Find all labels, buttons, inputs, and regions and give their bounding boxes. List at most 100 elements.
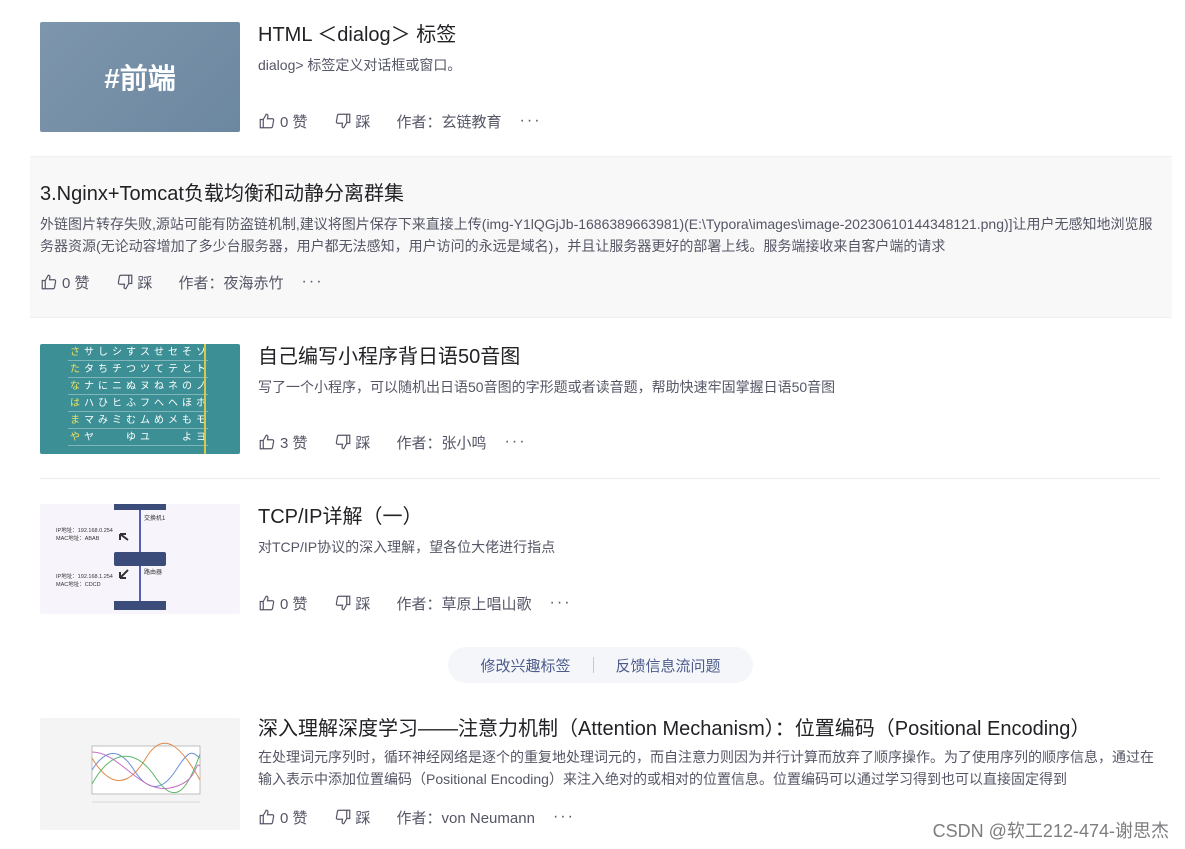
kana-cell (110, 429, 124, 446)
article-thumbnail[interactable]: #前端 (40, 22, 240, 132)
dislike-button[interactable]: 踩 (334, 807, 371, 828)
thumbnail-text: #前端 (104, 63, 176, 94)
article-description[interactable]: 外链图片转存失败,源站可能有防盗链机制,建议将图片保存下来直接上传(img-Y1… (40, 213, 1162, 257)
network-diagram-image: 交换机1 IP地址：192.168.0.254 MAC地址：ABAB 路由器 I… (56, 504, 166, 610)
kana-cell: ム (138, 412, 152, 429)
more-options-icon[interactable]: ··· (505, 433, 527, 451)
kana-cell: み (96, 412, 110, 429)
thumbs-down-icon (335, 434, 350, 450)
kana-cell: サ (82, 344, 96, 361)
article-author[interactable]: 作者：夜海赤竹 (179, 272, 284, 293)
kana-cell: ち (96, 361, 110, 378)
kana-cell: に (96, 378, 110, 395)
report-feed-issue-link[interactable]: 反馈信息流问题 (616, 655, 721, 676)
sinusoid-plot-image (91, 742, 201, 803)
kana-cell: ネ (166, 378, 180, 395)
kana-cell: し (96, 344, 110, 361)
kana-cell: マ (82, 412, 96, 429)
kana-cell: ミ (110, 412, 124, 429)
article-actions: 0 赞 踩 作者：von Neumann ··· (258, 806, 575, 828)
article-actions: 0 赞 踩 作者：夜海赤竹 ··· (40, 271, 324, 293)
kana-cell: た (68, 361, 82, 378)
feedback-bar: 修改兴趣标签 反馈信息流问题 (448, 647, 753, 683)
thumbnail-label: IP地址：192.168.1.254 (56, 572, 113, 580)
divider (40, 478, 1160, 479)
kana-cell: つ (124, 361, 138, 378)
article-card[interactable]: 3.Nginx+Tomcat负载均衡和动静分离群集 外链图片转存失败,源站可能有… (30, 156, 1172, 318)
article-description[interactable]: 在处理词元序列时，循环神经网络是逐个的重复地处理词元的，而自注意力则因为并行计算… (258, 746, 1160, 790)
dislike-button[interactable]: 踩 (116, 272, 153, 293)
like-count: 0 赞 (280, 595, 308, 613)
kana-cell: セ (166, 344, 180, 361)
thumbnail-label: 路由器 (144, 568, 162, 576)
article-actions: 0 赞 踩 作者：玄链教育 ··· (258, 110, 542, 132)
article-title[interactable]: 自己编写小程序背日语50音图 (258, 344, 1160, 370)
kana-cell: ま (68, 412, 82, 429)
thumbs-up-icon (259, 113, 275, 129)
article-author[interactable]: 作者：草原上唱山歌 (397, 593, 532, 614)
dislike-button[interactable]: 踩 (334, 593, 371, 614)
more-options-icon[interactable]: ··· (550, 594, 572, 612)
separator (592, 657, 594, 673)
article-thumbnail[interactable]: さサしシすスせセそソたタちチつツてテとトなナにニぬヌねネのノはハひヒふフへヘほホ… (40, 344, 240, 454)
thumbnail-label: MAC地址：CDCD (56, 580, 101, 588)
kana-cell: フ (138, 395, 152, 412)
kana-cell: む (124, 412, 138, 429)
kana-cell (166, 429, 180, 446)
thumbs-down-icon (335, 595, 350, 611)
article-author[interactable]: 作者：张小鸣 (397, 432, 487, 453)
kana-cell: ヌ (138, 378, 152, 395)
dislike-label: 踩 (355, 595, 371, 613)
dislike-label: 踩 (355, 113, 371, 131)
thumbs-up-icon (259, 809, 275, 825)
thumbnail-label: 交换机1 (144, 514, 166, 522)
article-title[interactable]: HTML ＜dialog＞ 标签 (258, 22, 1160, 48)
article-description[interactable]: 对TCP/IP协议的深入理解，望各位大佬进行指点 (258, 536, 1160, 558)
like-button[interactable]: 0 赞 (258, 593, 308, 614)
article-author[interactable]: 作者：玄链教育 (397, 111, 502, 132)
kana-cell: は (68, 395, 82, 412)
more-options-icon[interactable]: ··· (302, 273, 324, 291)
article-thumbnail[interactable]: 交换机1 IP地址：192.168.0.254 MAC地址：ABAB 路由器 I… (40, 504, 240, 614)
kana-cell: ヒ (110, 395, 124, 412)
dislike-button[interactable]: 踩 (334, 432, 371, 453)
kana-cell: せ (152, 344, 166, 361)
article-card[interactable]: さサしシすスせセそソたタちチつツてテとトなナにニぬヌねネのノはハひヒふフへヘほホ… (40, 344, 1160, 456)
kana-cell: シ (110, 344, 124, 361)
kana-cell: ふ (124, 395, 138, 412)
edit-interest-tags-link[interactable]: 修改兴趣标签 (480, 655, 570, 676)
kana-cell: ユ (138, 429, 152, 446)
dislike-button[interactable]: 踩 (334, 111, 371, 132)
article-author[interactable]: 作者：von Neumann (397, 807, 535, 828)
article-actions: 0 赞 踩 作者：草原上唱山歌 ··· (258, 592, 572, 614)
kana-cell: ハ (82, 395, 96, 412)
kana-cell: よ (180, 429, 194, 446)
kana-cell: ツ (138, 361, 152, 378)
like-button[interactable]: 0 赞 (40, 272, 90, 293)
kana-cell: な (68, 378, 82, 395)
article-card[interactable]: 深入理解深度学习——注意力机制（Attention Mechanism）：位置编… (40, 716, 1160, 830)
like-button[interactable]: 0 赞 (258, 807, 308, 828)
article-title[interactable]: 深入理解深度学习——注意力机制（Attention Mechanism）：位置编… (258, 716, 1160, 742)
article-card[interactable]: 交换机1 IP地址：192.168.0.254 MAC地址：ABAB 路由器 I… (40, 504, 1160, 616)
article-card[interactable]: #前端 HTML ＜dialog＞ 标签 dialog> 标签定义对话框或窗口。… (40, 22, 1160, 134)
like-button[interactable]: 0 赞 (258, 111, 308, 132)
article-title[interactable]: TCP/IP详解（一） (258, 504, 1160, 530)
more-options-icon[interactable]: ··· (520, 112, 542, 130)
kana-cell: も (180, 412, 194, 429)
article-title[interactable]: 3.Nginx+Tomcat负载均衡和动静分离群集 (40, 181, 1162, 207)
kana-cell: ね (152, 378, 166, 395)
kana-cell: て (152, 361, 166, 378)
kana-cell: や (68, 429, 82, 446)
kana-cell: テ (166, 361, 180, 378)
article-description[interactable]: dialog> 标签定义对话框或窗口。 (258, 54, 1160, 76)
more-options-icon[interactable]: ··· (553, 808, 575, 826)
kana-cell: ゆ (124, 429, 138, 446)
article-description[interactable]: 写了一个小程序，可以随机出日语50音图的字形题或者读音题，帮助快速牢固掌握日语5… (258, 376, 1160, 398)
like-button[interactable]: 3 赞 (258, 432, 308, 453)
kana-cell: チ (110, 361, 124, 378)
kana-cell (96, 429, 110, 446)
dislike-label: 踩 (355, 434, 371, 452)
kana-cell: ス (138, 344, 152, 361)
article-thumbnail[interactable] (40, 718, 240, 830)
